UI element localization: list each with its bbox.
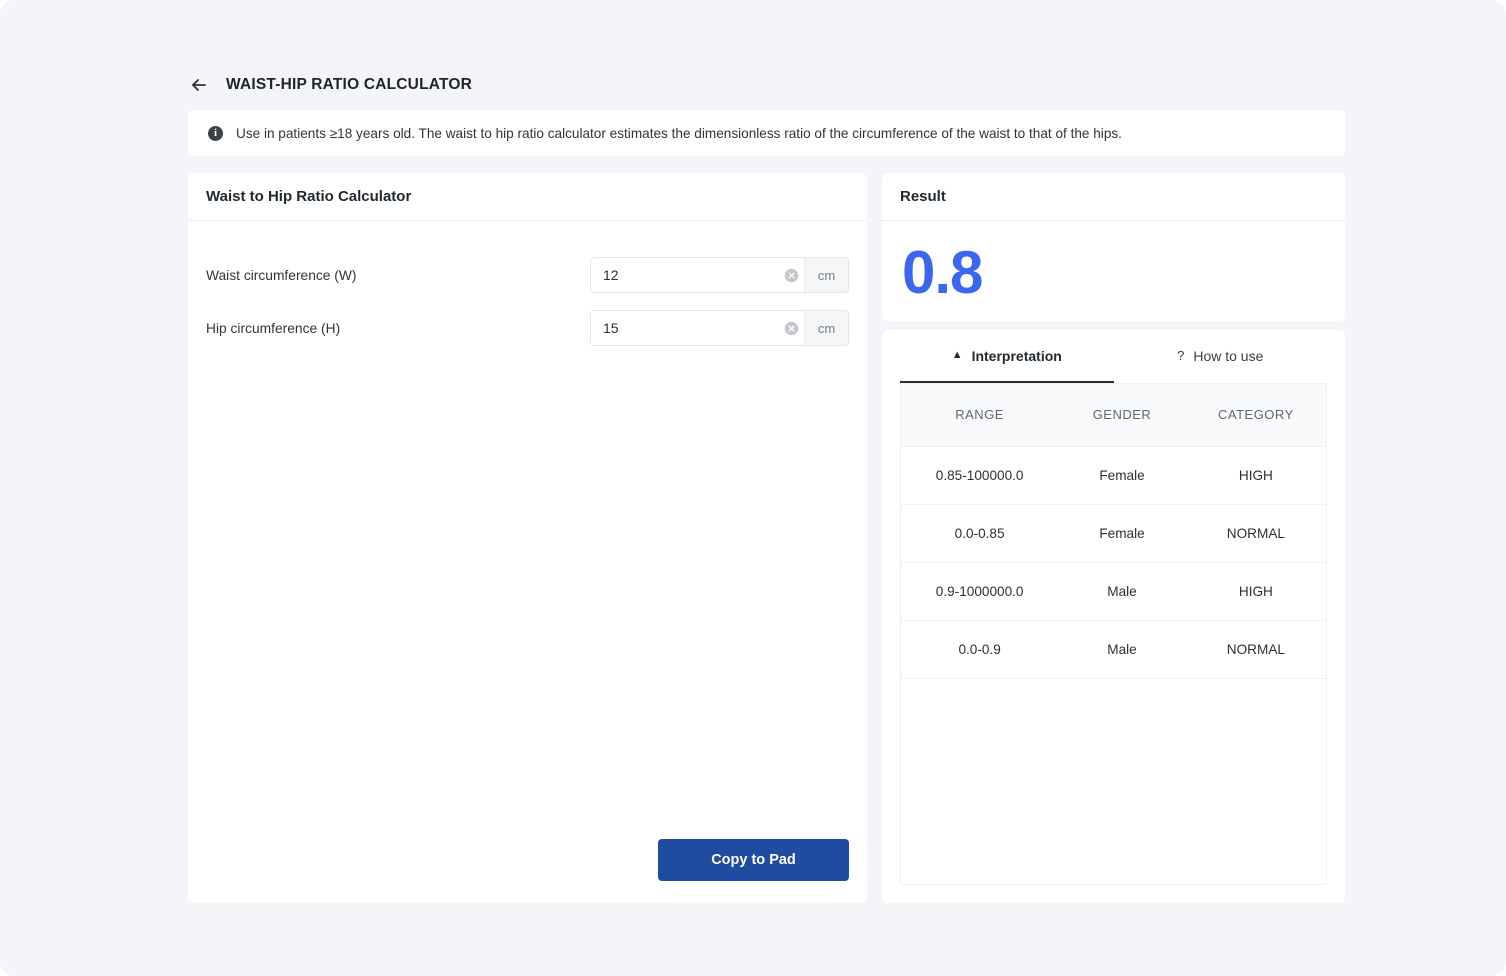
column-header-category: CATEGORY: [1185, 384, 1326, 447]
table-header-row: RANGE GENDER CATEGORY: [901, 384, 1326, 447]
cell-category: HIGH: [1185, 562, 1326, 621]
table-body: 0.85-100000.0 Female HIGH 0.0-0.85 Femal…: [901, 446, 1326, 679]
column-header-range: RANGE: [901, 384, 1059, 447]
result-value: 0.8: [902, 239, 983, 306]
cell-gender: Female: [1058, 446, 1186, 505]
triangle-up-icon: ▲: [951, 349, 963, 361]
tab-how-to-use-label: How to use: [1193, 347, 1264, 364]
interpretation-tabs: ▲ Interpretation ? How to use: [882, 330, 1345, 383]
table-row: 0.0-0.9 Male NORMAL: [901, 620, 1326, 679]
table-row: 0.85-100000.0 Female HIGH: [901, 446, 1326, 505]
cell-category: NORMAL: [1185, 504, 1326, 563]
field-label-hip: Hip circumference (H): [206, 320, 341, 336]
result-card: Result 0.8: [882, 173, 1345, 321]
unit-label-hip: cm: [804, 311, 848, 345]
cell-gender: Female: [1058, 504, 1186, 563]
cell-range: 0.0-0.9: [901, 620, 1059, 679]
cell-gender: Male: [1058, 562, 1186, 621]
field-label-waist: Waist circumference (W): [206, 267, 357, 283]
field-row-waist: Waist circumference (W) cm: [188, 257, 867, 293]
calculator-body: Waist circumference (W) cm Hip circumfer…: [188, 221, 867, 903]
cell-category: NORMAL: [1185, 620, 1326, 679]
interpretation-table-wrap[interactable]: RANGE GENDER CATEGORY 0.85-100000.0 Fema…: [900, 383, 1327, 885]
tab-interpretation-label: Interpretation: [971, 347, 1062, 364]
question-mark-icon: ?: [1177, 348, 1185, 363]
result-title: Result: [900, 188, 946, 205]
info-banner: i Use in patients ≥18 years old. The wai…: [188, 110, 1345, 156]
clear-circle-icon[interactable]: [778, 311, 804, 345]
clear-circle-icon[interactable]: [778, 258, 804, 292]
cell-category: HIGH: [1185, 446, 1326, 505]
interpretation-table: RANGE GENDER CATEGORY 0.85-100000.0 Fema…: [901, 384, 1326, 679]
table-head: RANGE GENDER CATEGORY: [901, 384, 1326, 447]
hip-circumference-input[interactable]: [591, 311, 778, 345]
table-row: 0.0-0.85 Female NORMAL: [901, 504, 1326, 563]
cell-range: 0.9-1000000.0: [901, 562, 1059, 621]
result-card-header: Result: [882, 173, 1345, 221]
cell-gender: Male: [1058, 620, 1186, 679]
copy-to-pad-button[interactable]: Copy to Pad: [658, 839, 849, 881]
arrow-left-icon[interactable]: [188, 74, 210, 96]
calculator-title: Waist to Hip Ratio Calculator: [206, 188, 412, 205]
unit-label-waist: cm: [804, 258, 848, 292]
calculator-card: Waist to Hip Ratio Calculator Waist circ…: [188, 173, 867, 903]
app-viewport: WAIST-HIP RATIO CALCULATOR i Use in pati…: [0, 0, 1506, 976]
column-header-gender: GENDER: [1058, 384, 1186, 447]
table-row: 0.9-1000000.0 Male HIGH: [901, 562, 1326, 621]
tab-interpretation[interactable]: ▲ Interpretation: [900, 330, 1114, 383]
tab-how-to-use[interactable]: ? How to use: [1114, 330, 1328, 383]
page-title: WAIST-HIP RATIO CALCULATOR: [226, 76, 473, 93]
info-circle-icon: i: [208, 125, 223, 141]
field-input-hip-wrap: cm: [590, 310, 849, 346]
page-header: WAIST-HIP RATIO CALCULATOR: [188, 72, 472, 98]
info-banner-text: Use in patients ≥18 years old. The waist…: [236, 125, 1122, 141]
calculator-card-header: Waist to Hip Ratio Calculator: [188, 173, 867, 221]
cell-range: 0.85-100000.0: [901, 446, 1059, 505]
cell-range: 0.0-0.85: [901, 504, 1059, 563]
field-row-hip: Hip circumference (H) cm: [188, 310, 867, 346]
interpretation-card: ▲ Interpretation ? How to use RANGE GEND…: [882, 330, 1345, 903]
waist-circumference-input[interactable]: [591, 258, 778, 292]
field-input-waist-wrap: cm: [590, 257, 849, 293]
